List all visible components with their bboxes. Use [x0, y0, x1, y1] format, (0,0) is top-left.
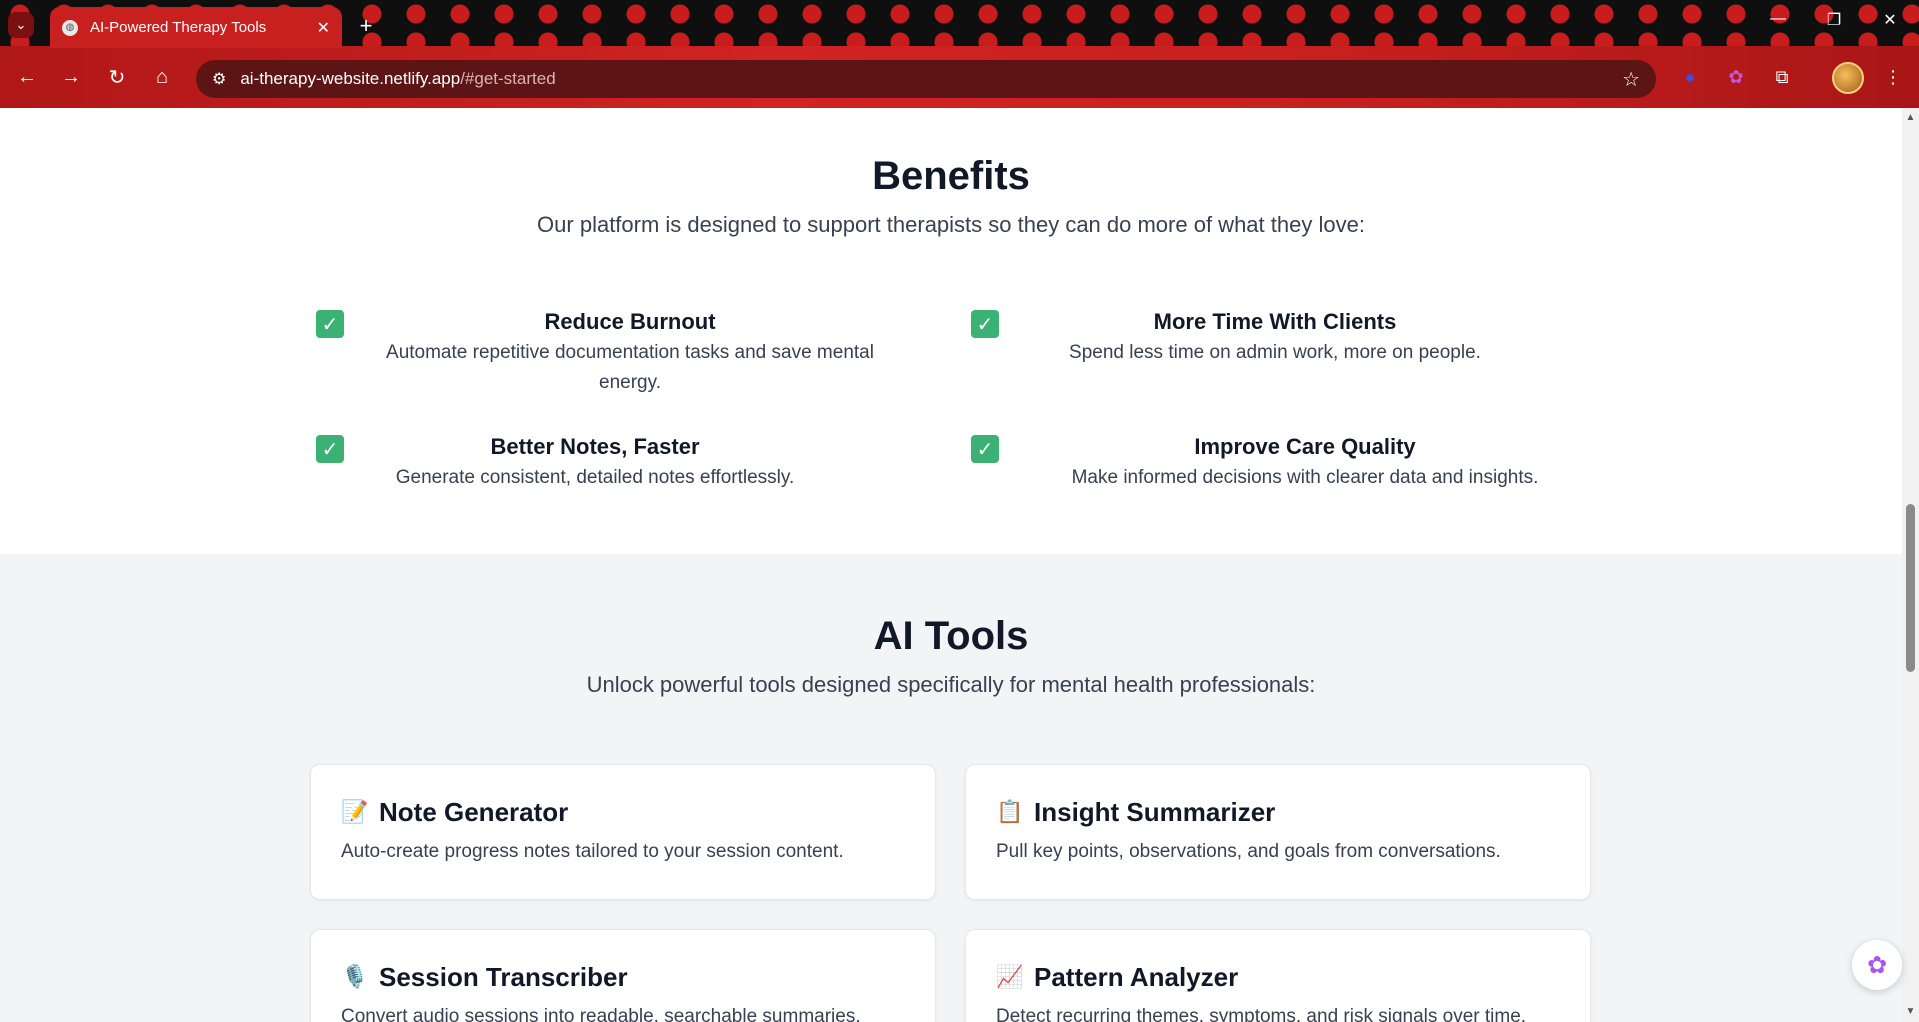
- benefits-title: Benefits: [872, 154, 1030, 198]
- close-tab-icon[interactable]: ✕: [317, 18, 330, 38]
- extension-brain-icon[interactable]: ✿: [1723, 64, 1749, 90]
- url-host: ai-therapy-website.netlify.app: [240, 69, 461, 88]
- new-tab-icon[interactable]: +: [352, 12, 380, 40]
- browser-chrome: ⌄ ◍ AI-Powered Therapy Tools ✕ + — ❐ ✕ ←…: [0, 0, 1919, 108]
- extension-search-icon[interactable]: ●: [1677, 64, 1703, 90]
- tab-title: AI-Powered Therapy Tools: [90, 19, 267, 36]
- tool-desc: Detect recurring themes, symptoms, and r…: [996, 1006, 1527, 1022]
- bookmark-star-icon[interactable]: ☆: [1622, 67, 1640, 92]
- tool-title: Insight Summarizer: [1034, 796, 1276, 827]
- benefit-title: Improve Care Quality: [1194, 434, 1416, 459]
- tool-card-session-transcriber[interactable]: 🎙️ Session Transcriber Convert audio ses…: [310, 929, 936, 1022]
- brain-assistant-icon[interactable]: ✿: [1852, 940, 1902, 990]
- checkmark-icon: ✓: [316, 310, 344, 338]
- checkmark-icon: ✓: [971, 310, 999, 338]
- browser-tab-active[interactable]: ◍ AI-Powered Therapy Tools ✕: [50, 7, 342, 48]
- tool-desc: Pull key points, observations, and goals…: [996, 841, 1501, 862]
- benefits-section: Benefits Our platform is designed to sup…: [0, 108, 1902, 554]
- scroll-down-icon[interactable]: ▼: [1905, 1006, 1916, 1017]
- restore-icon[interactable]: ❐: [1814, 10, 1854, 30]
- benefit-title: Reduce Burnout: [544, 309, 716, 334]
- globe-icon: ◍: [62, 19, 78, 36]
- url-path: /#get-started: [460, 69, 556, 88]
- benefit-title: More Time With Clients: [1153, 309, 1397, 334]
- benefit-desc: Generate consistent, detailed notes effo…: [395, 467, 795, 488]
- checkmark-icon: ✓: [971, 435, 999, 463]
- forward-icon[interactable]: →: [56, 62, 86, 92]
- ai-tools-section: AI Tools Unlock powerful tools designed …: [0, 554, 1902, 1022]
- benefit-desc: Spend less time on admin work, more on p…: [1069, 342, 1481, 363]
- tool-desc: Convert audio sessions into readable, se…: [341, 1006, 861, 1022]
- benefit-desc: Make informed decisions with clearer dat…: [1071, 467, 1539, 488]
- tab-search-icon[interactable]: ⌄: [8, 12, 34, 38]
- site-info-icon[interactable]: ⚙: [212, 69, 226, 89]
- tools-title: AI Tools: [873, 614, 1029, 658]
- tools-subtitle: Unlock powerful tools designed specifica…: [586, 672, 1316, 697]
- tool-title: Note Generator: [379, 796, 569, 827]
- minimize-icon[interactable]: —: [1758, 10, 1798, 28]
- benefits-subtitle: Our platform is designed to support ther…: [537, 212, 1365, 237]
- tool-card-insight-summarizer[interactable]: 📋 Insight Summarizer Pull key points, ob…: [965, 764, 1591, 900]
- microphone-icon: 🎙️: [341, 964, 369, 989]
- back-icon[interactable]: ←: [12, 62, 42, 92]
- extensions-icon[interactable]: ⧉: [1769, 64, 1795, 90]
- checkmark-icon: ✓: [316, 435, 344, 463]
- tab-strip: ⌄ ◍ AI-Powered Therapy Tools ✕ + — ❐ ✕: [0, 0, 1919, 48]
- scroll-thumb[interactable]: [1906, 504, 1915, 672]
- address-bar[interactable]: ⚙ ai-therapy-website.netlify.app/#get-st…: [196, 60, 1656, 98]
- close-window-icon[interactable]: ✕: [1870, 10, 1910, 30]
- tool-title: Pattern Analyzer: [1034, 961, 1239, 992]
- tool-card-note-generator[interactable]: 📝 Note Generator Auto-create progress no…: [310, 764, 936, 900]
- page-viewport: Benefits Our platform is designed to sup…: [0, 108, 1902, 1022]
- reload-icon[interactable]: ↻: [102, 62, 132, 92]
- home-icon[interactable]: ⌂: [147, 62, 177, 92]
- clipboard-icon: 📋: [996, 799, 1024, 824]
- page-scrollbar[interactable]: ▲ ▼: [1902, 108, 1919, 1022]
- browser-toolbar: ← → ↻ ⌂ ⚙ ai-therapy-website.netlify.app…: [0, 48, 1919, 108]
- profile-avatar[interactable]: [1832, 62, 1864, 94]
- tool-desc: Auto-create progress notes tailored to y…: [341, 841, 844, 862]
- tool-title: Session Transcriber: [379, 961, 628, 992]
- memo-icon: 📝: [341, 799, 369, 824]
- scroll-up-icon[interactable]: ▲: [1905, 112, 1916, 123]
- tool-card-pattern-analyzer[interactable]: 📈 Pattern Analyzer Detect recurring them…: [965, 929, 1591, 1022]
- benefit-desc: Automate repetitive documentation tasks …: [386, 342, 874, 393]
- menu-icon[interactable]: ⋮: [1880, 64, 1906, 90]
- chart-increasing-icon: 📈: [996, 964, 1024, 989]
- benefit-title: Better Notes, Faster: [490, 434, 700, 459]
